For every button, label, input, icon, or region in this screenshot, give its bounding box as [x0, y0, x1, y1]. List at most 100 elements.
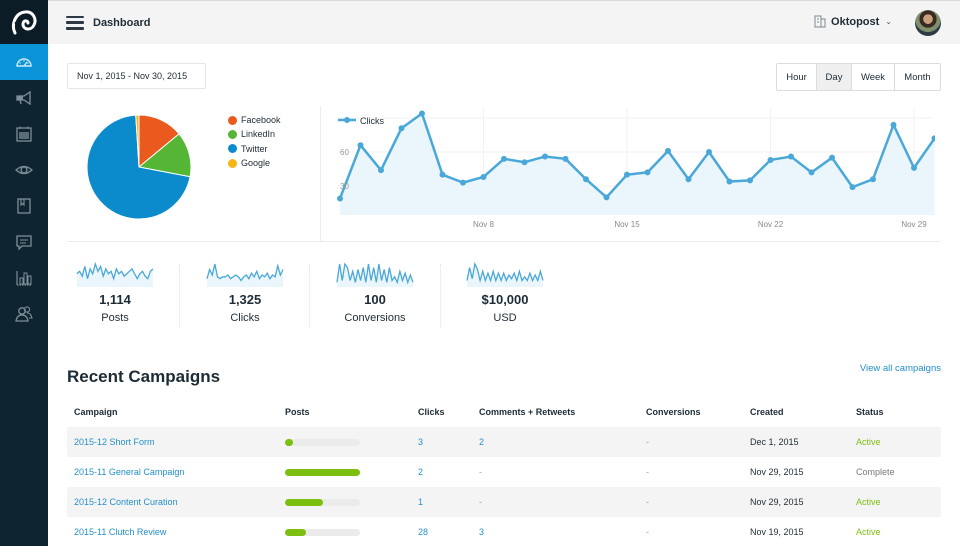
col-conversions[interactable]: Conversions	[646, 407, 750, 417]
table-row: 2015-11 General Campaign 2- - Nov 29, 2015 C…	[67, 457, 941, 487]
oktopost-logo[interactable]	[0, 0, 48, 44]
calendar-icon	[16, 126, 32, 142]
clicks-point[interactable]	[644, 169, 651, 176]
clicks-point[interactable]	[398, 125, 405, 132]
clicks-point[interactable]	[378, 167, 384, 174]
clicks-point[interactable]	[665, 147, 671, 154]
bar-chart-icon	[16, 271, 32, 286]
created-cell: Nov 19, 2015	[750, 527, 804, 537]
sidebar-item-campaigns[interactable]	[0, 80, 48, 116]
legend-label: LinkedIn	[241, 129, 276, 140]
legend-swatch	[228, 144, 237, 154]
legend-item-twitter[interactable]: Twitter	[228, 142, 281, 156]
period-week-button[interactable]: Week	[852, 64, 895, 90]
clicks-cell[interactable]: 2	[418, 467, 479, 477]
campaign-name-link[interactable]: 2015-12 Short Form	[67, 437, 285, 447]
clicks-point[interactable]	[480, 173, 487, 180]
stat-label: Conversions	[344, 312, 406, 324]
user-avatar[interactable]	[915, 10, 941, 36]
clicks-cell[interactable]: 1	[418, 497, 479, 507]
building-icon	[814, 15, 826, 28]
period-hour-button[interactable]: Hour	[777, 64, 817, 90]
comments-cell: -	[479, 467, 482, 477]
clicks-point[interactable]	[706, 149, 712, 156]
sidebar-item-dashboard[interactable]	[0, 44, 48, 80]
col-created[interactable]: Created	[750, 407, 856, 417]
clicks-point[interactable]	[829, 154, 835, 161]
speedometer-icon	[16, 58, 32, 67]
clicks-point[interactable]	[501, 155, 507, 162]
y-tick-label: 60	[340, 148, 349, 157]
posts-cell	[285, 438, 418, 446]
sidebar-item-library[interactable]	[0, 188, 48, 224]
clicks-cell[interactable]: 28	[418, 527, 479, 537]
posts-progress-fill	[285, 438, 293, 446]
col-clicks[interactable]: Clicks	[418, 407, 479, 417]
x-tick-label: Nov 8	[473, 220, 494, 229]
posts-cell	[285, 468, 418, 476]
clicks-point[interactable]	[603, 194, 610, 201]
sidebar-item-inbox[interactable]	[0, 224, 48, 260]
sparkline-clicks	[206, 263, 284, 287]
posts-progress-fill	[285, 498, 323, 506]
sidebar-item-monitor[interactable]	[0, 152, 48, 188]
clicks-point[interactable]	[788, 153, 794, 160]
campaign-name-link[interactable]: 2015-11 Clutch Review	[67, 527, 285, 537]
date-range-picker[interactable]: Nov 1, 2015 - Nov 30, 2015	[67, 63, 206, 89]
comments-cell[interactable]: 3	[479, 527, 646, 537]
megaphone-icon	[16, 90, 31, 106]
bookmark-book-icon	[17, 198, 31, 214]
y-tick-label: 30	[340, 182, 349, 191]
status-badge: Active	[856, 437, 881, 447]
clicks-cell[interactable]: 3	[418, 437, 479, 447]
sidebar-item-reports[interactable]	[0, 260, 48, 296]
clicks-point[interactable]	[726, 178, 733, 185]
legend-item-linkedin[interactable]: LinkedIn	[228, 127, 281, 141]
clicks-point[interactable]	[685, 176, 692, 183]
section-divider	[67, 241, 940, 242]
clicks-point[interactable]	[767, 156, 774, 163]
page-title: Dashboard	[93, 16, 151, 29]
period-month-button[interactable]: Month	[895, 64, 940, 90]
col-comments[interactable]: Comments + Retweets	[479, 407, 646, 417]
sidebar-item-users[interactable]	[0, 296, 48, 332]
clicks-point[interactable]	[460, 179, 466, 186]
legend-label: Google	[241, 158, 271, 169]
legend-label-clicks[interactable]: Clicks	[360, 116, 384, 126]
view-all-campaigns-link[interactable]: View all campaigns	[860, 363, 941, 374]
clicks-point[interactable]	[911, 164, 917, 171]
clicks-point[interactable]	[542, 153, 548, 160]
clicks-point[interactable]	[357, 142, 364, 149]
sidebar	[0, 0, 48, 546]
clicks-point[interactable]	[870, 176, 876, 183]
sidebar-item-calendar[interactable]	[0, 116, 48, 152]
clicks-point[interactable]	[890, 121, 897, 128]
period-day-button[interactable]: Day	[817, 64, 852, 90]
legend-point-swatch	[344, 117, 350, 123]
clicks-point[interactable]	[439, 171, 446, 178]
clicks-point[interactable]	[849, 184, 856, 191]
sparkline-posts	[76, 262, 154, 287]
stat-usd: $10,000 USD	[440, 262, 570, 324]
campaign-name-link[interactable]: 2015-12 Content Curation	[67, 497, 285, 507]
clicks-point[interactable]	[419, 110, 425, 117]
legend-item-google[interactable]: Google	[228, 156, 281, 170]
users-icon	[15, 306, 33, 322]
account-switcher[interactable]: Oktopost ⌄	[814, 15, 892, 28]
clicks-point[interactable]	[808, 169, 815, 176]
menu-toggle-button[interactable]	[66, 15, 84, 30]
col-posts[interactable]: Posts	[285, 407, 418, 417]
col-campaign[interactable]: Campaign	[67, 407, 285, 417]
legend-item-facebook[interactable]: Facebook	[228, 113, 281, 127]
clicks-point[interactable]	[624, 171, 630, 178]
clicks-point[interactable]	[747, 177, 753, 184]
campaign-name-link[interactable]: 2015-11 General Campaign	[67, 467, 285, 477]
clicks-point[interactable]	[562, 155, 569, 162]
comments-cell[interactable]: 2	[479, 437, 646, 447]
col-status[interactable]: Status	[856, 407, 941, 417]
posts-progress-bar	[285, 468, 360, 476]
clicks-point[interactable]	[337, 195, 343, 202]
clicks-point[interactable]	[521, 159, 528, 166]
table-row: 2015-12 Content Curation 1- - Nov 29, 2015 A…	[67, 487, 941, 517]
clicks-point[interactable]	[583, 176, 589, 183]
